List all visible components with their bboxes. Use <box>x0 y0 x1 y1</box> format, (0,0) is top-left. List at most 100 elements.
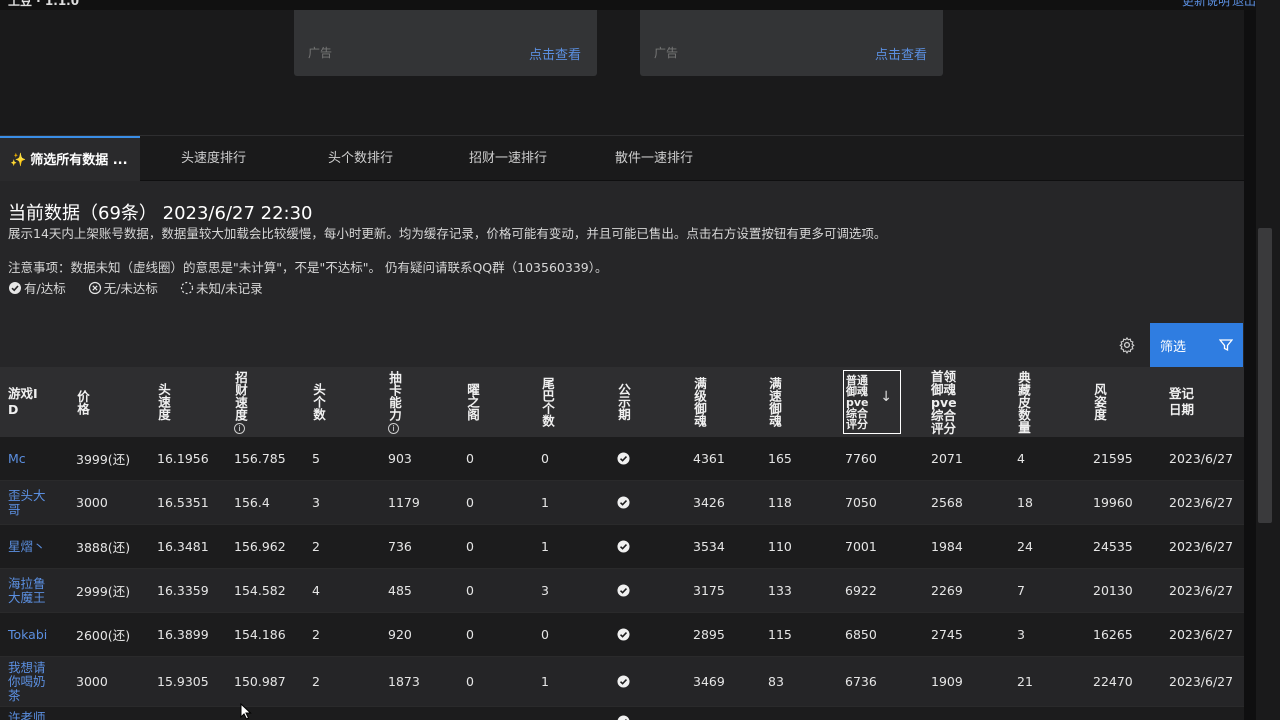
ad-view-link[interactable]: 点击查看 <box>875 44 927 63</box>
cell-tail-count: 1 <box>541 495 549 510</box>
gear-icon[interactable] <box>1118 336 1136 354</box>
scrollbar-thumb[interactable] <box>1258 228 1272 523</box>
column-header-label: 首领御魂pve综合评分 <box>931 368 957 436</box>
cell-fengzi-degree: 19960 <box>1093 495 1133 510</box>
cell-collection-skin-count: 4 <box>1017 451 1025 466</box>
sort-desc-icon[interactable]: ↓ <box>880 390 892 404</box>
table-row[interactable]: 我想请你喝奶茶 3000 15.9305 150.987 2 1873 0 1 3469 83 67… <box>0 657 1244 707</box>
column-header-max-speed-soul[interactable]: 满速御魂 <box>767 367 782 437</box>
cell-public-period <box>617 613 630 656</box>
cell-collection-skin-count: 18 <box>1017 495 1033 510</box>
column-header-public-period[interactable]: 公示期 <box>616 367 631 437</box>
info-icon[interactable]: i <box>388 422 399 434</box>
cell-zhaocai-speed: 154.582 <box>234 583 286 598</box>
column-header-collection-skin-count[interactable]: 典藏皮数量 <box>1016 367 1031 437</box>
table-row[interactable]: Tokabi 2600(还) 16.3899 154.186 2 920 0 0 2895 115… <box>0 613 1244 657</box>
column-header-label: 曜之阁 <box>465 383 480 421</box>
tab-sanjian-speed[interactable]: 散件一速排行 <box>615 136 693 181</box>
table-body: Mc 3999(还) 16.1956 156.785 5 903 0 0 4361 165 7760… <box>0 437 1244 720</box>
column-header-label: 满级御魂 <box>692 377 707 427</box>
cell-draw-ability: 903 <box>388 451 412 466</box>
cell-collection-skin-count: 7 <box>1017 583 1025 598</box>
tab-head-speed[interactable]: 头速度排行 <box>181 136 246 181</box>
column-header-head-speed[interactable]: 头速度 <box>156 367 171 437</box>
table-row[interactable]: 海拉鲁大魔王 2999(还) 16.3359 154.582 4 485 0 3 3175 133… <box>0 569 1244 613</box>
column-header-boss-soul-score[interactable]: 首领御魂pve综合评分 <box>931 367 959 437</box>
table-row[interactable]: Mc 3999(还) 16.1956 156.785 5 903 0 0 4361 165 7760… <box>0 437 1244 481</box>
page-title: 当前数据（69条） 2023/6/27 22:30 <box>8 203 313 224</box>
ad-label: 广告 <box>654 46 679 60</box>
ad-card-1[interactable]: V：huang3116666 广告 点击查看 <box>294 0 597 76</box>
cell-draw-ability: 736 <box>388 539 412 554</box>
column-header-label: 典藏皮数量 <box>1016 370 1031 434</box>
game-id-link[interactable]: 许老师 <box>8 707 52 720</box>
table-row[interactable]: 歪头大哥 3000 16.5351 156.4 3 1179 0 1 3426 118 7050 25… <box>0 481 1244 525</box>
cell-fengzi-degree: 24535 <box>1093 539 1133 554</box>
cell-head-count: 4 <box>312 583 320 598</box>
table-row[interactable]: 星熠丶 3888(还) 16.3481 156.962 2 736 0 1 3534 110 700… <box>0 525 1244 569</box>
column-header-normal-soul-score[interactable]: 普通御魂pve综合评分 ↓ <box>843 370 901 434</box>
cell-boss-soul-score: 2269 <box>931 583 963 598</box>
column-header-label: 招财速度 <box>233 370 248 421</box>
cell-head-speed: 16.1956 <box>157 451 209 466</box>
legend-unknown: 未知/未记录 <box>180 278 263 297</box>
legend: 有/达标 无/未达标 未知/未记录 <box>8 278 263 297</box>
cell-tail-count: 1 <box>541 674 549 689</box>
cell-max-speed-soul: 110 <box>768 539 792 554</box>
column-header-label: 尾巴个数 <box>540 377 555 427</box>
column-header-tail-count[interactable]: 尾巴个数 <box>540 367 555 437</box>
tab-filter-all[interactable]: ✨ 筛选所有数据 ... <box>0 136 140 181</box>
cell-zhaocai-speed: 156.785 <box>234 451 286 466</box>
tab-label: 筛选所有数据 ... <box>30 153 128 168</box>
cell-max-level-soul: 4361 <box>693 451 725 466</box>
game-id-link[interactable]: 海拉鲁大魔王 <box>8 569 52 612</box>
cell-boss-soul-score: 2071 <box>931 451 963 466</box>
cell-head-count: 5 <box>312 451 320 466</box>
table-row[interactable]: 许老师 <box>0 707 1244 720</box>
column-header-label: 普通御魂pve综合评分 <box>846 373 869 431</box>
app-logo[interactable]: 土豆 · 1.1.0 <box>8 0 79 9</box>
game-id-link[interactable]: 歪头大哥 <box>8 481 52 524</box>
cell-yaozhige: 0 <box>466 539 474 554</box>
info-icon[interactable]: i <box>234 422 245 434</box>
check-circle-icon <box>617 628 630 641</box>
tab-zhaocai-speed[interactable]: 招财一速排行 <box>469 136 547 181</box>
column-header-yaozhige[interactable]: 曜之阁 <box>465 367 480 437</box>
column-header-max-level-soul[interactable]: 满级御魂 <box>692 367 707 437</box>
column-header-label: 登记日期 <box>1169 386 1195 417</box>
nav-link-changelog[interactable]: 更新说明 <box>1182 0 1230 9</box>
cell-tail-count: 3 <box>541 583 549 598</box>
scrollbar[interactable] <box>1256 0 1280 720</box>
column-header-head-count[interactable]: 头个数 <box>311 367 326 437</box>
column-header-label: 头速度 <box>156 383 171 421</box>
x-circle-icon <box>88 281 101 294</box>
game-id-link[interactable]: Mc <box>8 437 52 480</box>
game-id-link[interactable]: 星熠丶 <box>8 525 52 568</box>
cell-max-speed-soul: 118 <box>768 495 792 510</box>
cell-normal-soul-score: 7760 <box>845 451 877 466</box>
game-id-link[interactable]: 我想请你喝奶茶 <box>8 657 52 706</box>
column-header-zhaocai-speed[interactable]: 招财速度 i <box>233 367 248 437</box>
game-id-link[interactable]: Tokabi <box>8 613 52 656</box>
column-header-price[interactable]: 价格 <box>75 367 90 437</box>
check-circle-icon <box>617 584 630 597</box>
column-header-register-date[interactable]: 登记日期 <box>1169 367 1199 437</box>
cell-yaozhige: 0 <box>466 495 474 510</box>
top-nav: 土豆 · 1.1.0 更新说明 退出 <box>0 0 1280 10</box>
check-circle-icon <box>617 540 630 553</box>
column-header-label: 风姿度 <box>1092 383 1107 421</box>
filter-button[interactable]: 筛选 <box>1150 323 1243 367</box>
nav-link-logout[interactable]: 退出 <box>1232 0 1256 9</box>
ad-card-2[interactable]: 可小刀，V：y199886c 广告 点击查看 <box>640 0 943 76</box>
column-header-game-id[interactable]: 游戏ID <box>8 367 38 437</box>
cell-register-date: 2023/6/27 <box>1169 451 1234 466</box>
ad-view-link[interactable]: 点击查看 <box>529 44 581 63</box>
tab-head-count[interactable]: 头个数排行 <box>328 136 393 181</box>
cell-boss-soul-score: 2745 <box>931 627 963 642</box>
cell-tail-count: 1 <box>541 539 549 554</box>
cell-public-period <box>617 525 630 568</box>
column-header-fengzi-degree[interactable]: 风姿度 <box>1092 367 1107 437</box>
page: V：huang3116666 广告 点击查看 可小刀，V：y199886c 广告… <box>0 0 1280 720</box>
column-header-draw-ability[interactable]: 抽卡能力 i <box>387 367 402 437</box>
info-description: 展示14天内上架账号数据，数据量较大加载会比较缓慢，每小时更新。均为缓存记录，价… <box>8 226 887 241</box>
